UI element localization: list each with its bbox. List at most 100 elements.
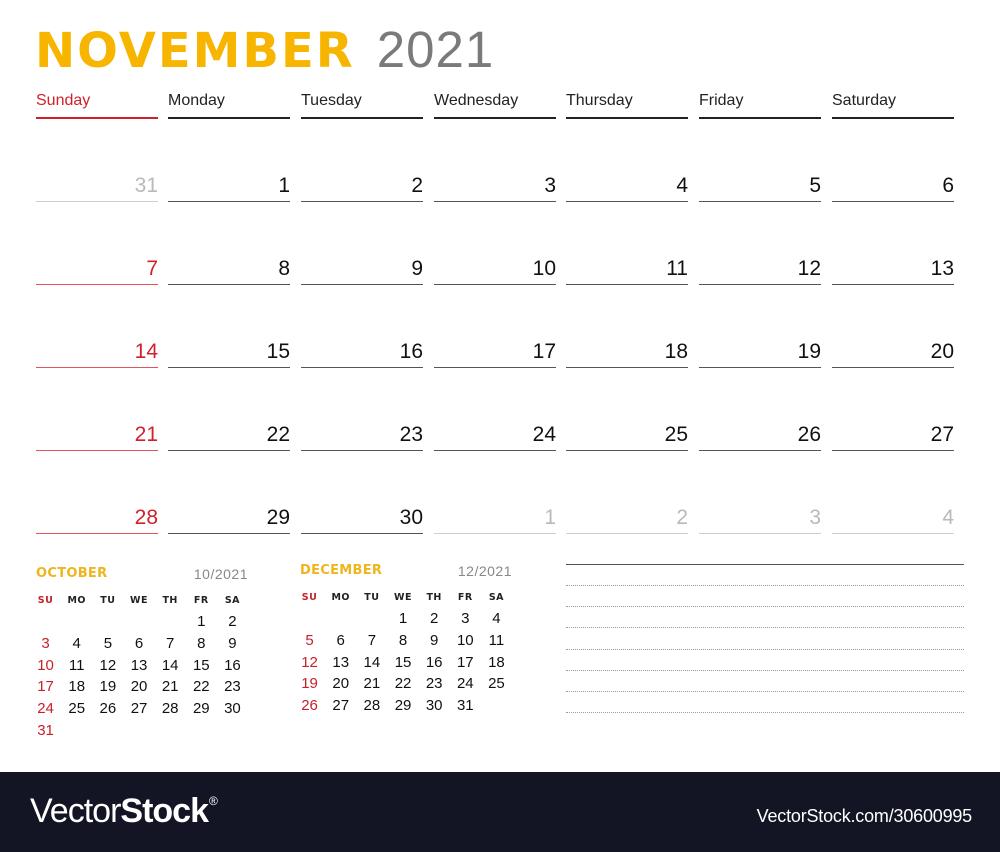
mini-day[interactable]: 14 — [356, 651, 387, 673]
mini-day[interactable]: 10 — [30, 654, 61, 676]
day-cell[interactable]: 12 — [699, 255, 821, 285]
notes-line[interactable] — [566, 669, 964, 671]
notes-line[interactable] — [566, 627, 964, 629]
mini-day[interactable]: 13 — [123, 654, 154, 676]
day-cell[interactable]: 26 — [699, 421, 821, 451]
day-cell[interactable]: 21 — [36, 421, 158, 451]
mini-day[interactable]: 22 — [387, 673, 418, 695]
mini-day[interactable]: 16 — [419, 651, 450, 673]
mini-day[interactable]: 2 — [217, 611, 248, 633]
mini-day[interactable]: 31 — [30, 719, 61, 741]
day-cell[interactable]: 18 — [566, 338, 688, 368]
day-cell[interactable]: 3 — [434, 172, 556, 202]
mini-day[interactable]: 2 — [419, 608, 450, 630]
mini-day[interactable]: 11 — [481, 630, 512, 652]
notes-line[interactable] — [566, 585, 964, 586]
mini-day[interactable]: 5 — [294, 630, 325, 652]
day-cell[interactable]: 13 — [832, 255, 954, 285]
day-cell[interactable]: 19 — [699, 338, 821, 368]
day-cell[interactable]: 4 — [832, 504, 954, 534]
mini-day[interactable]: 8 — [387, 630, 418, 652]
day-cell[interactable]: 1 — [434, 504, 556, 534]
mini-day[interactable]: 9 — [217, 633, 248, 655]
mini-day[interactable]: 11 — [61, 654, 92, 676]
mini-day[interactable]: 30 — [419, 695, 450, 717]
day-cell[interactable]: 27 — [832, 421, 954, 451]
mini-day[interactable]: 24 — [450, 673, 481, 695]
mini-day[interactable]: 12 — [92, 654, 123, 676]
day-cell[interactable]: 7 — [36, 255, 158, 285]
day-cell[interactable]: 15 — [168, 338, 290, 368]
mini-day[interactable]: 4 — [481, 608, 512, 630]
mini-day[interactable]: 5 — [92, 633, 123, 655]
mini-day[interactable]: 1 — [186, 611, 217, 633]
notes-line[interactable] — [566, 712, 964, 714]
mini-day[interactable]: 20 — [123, 676, 154, 698]
day-cell[interactable]: 3 — [699, 504, 821, 534]
mini-day[interactable]: 19 — [92, 676, 123, 698]
mini-day[interactable]: 23 — [217, 676, 248, 698]
mini-day[interactable]: 4 — [61, 633, 92, 655]
mini-day[interactable]: 21 — [155, 676, 186, 698]
day-cell[interactable]: 24 — [434, 421, 556, 451]
day-cell[interactable]: 29 — [168, 504, 290, 534]
day-cell[interactable]: 16 — [301, 338, 423, 368]
day-cell[interactable]: 5 — [699, 172, 821, 202]
day-cell[interactable]: 23 — [301, 421, 423, 451]
day-cell[interactable]: 10 — [434, 255, 556, 285]
mini-day[interactable]: 15 — [387, 651, 418, 673]
mini-day[interactable]: 26 — [294, 695, 325, 717]
mini-day[interactable]: 28 — [356, 695, 387, 717]
day-cell[interactable]: 20 — [832, 338, 954, 368]
mini-day[interactable]: 29 — [186, 698, 217, 720]
day-cell[interactable]: 14 — [36, 338, 158, 368]
day-cell[interactable]: 11 — [566, 255, 688, 285]
mini-day[interactable]: 27 — [325, 695, 356, 717]
mini-day[interactable]: 3 — [450, 608, 481, 630]
mini-day[interactable]: 9 — [419, 630, 450, 652]
mini-day[interactable]: 18 — [481, 651, 512, 673]
mini-day[interactable]: 27 — [123, 698, 154, 720]
day-cell[interactable]: 28 — [36, 504, 158, 534]
notes-line[interactable] — [566, 648, 964, 650]
mini-day[interactable]: 8 — [186, 633, 217, 655]
mini-day[interactable]: 14 — [155, 654, 186, 676]
day-cell[interactable]: 25 — [566, 421, 688, 451]
mini-day[interactable]: 30 — [217, 698, 248, 720]
mini-day[interactable]: 6 — [325, 630, 356, 652]
mini-day[interactable]: 6 — [123, 633, 154, 655]
mini-day[interactable]: 25 — [61, 698, 92, 720]
day-cell[interactable]: 30 — [301, 504, 423, 534]
mini-day[interactable]: 31 — [450, 695, 481, 717]
mini-day[interactable]: 18 — [61, 676, 92, 698]
day-cell[interactable]: 22 — [168, 421, 290, 451]
mini-day[interactable]: 19 — [294, 673, 325, 695]
mini-day[interactable]: 12 — [294, 651, 325, 673]
day-cell[interactable]: 17 — [434, 338, 556, 368]
mini-day[interactable]: 16 — [217, 654, 248, 676]
day-cell[interactable]: 4 — [566, 172, 688, 202]
day-cell[interactable]: 31 — [36, 172, 158, 202]
mini-day[interactable]: 29 — [387, 695, 418, 717]
day-cell[interactable]: 6 — [832, 172, 954, 202]
notes-line[interactable] — [566, 691, 964, 692]
mini-day[interactable]: 13 — [325, 651, 356, 673]
mini-day[interactable]: 7 — [155, 633, 186, 655]
day-cell[interactable]: 9 — [301, 255, 423, 285]
mini-day[interactable]: 23 — [419, 673, 450, 695]
mini-day[interactable]: 3 — [30, 633, 61, 655]
mini-day[interactable]: 17 — [30, 676, 61, 698]
notes-line[interactable] — [566, 606, 964, 608]
mini-day[interactable]: 17 — [450, 651, 481, 673]
day-cell[interactable]: 8 — [168, 255, 290, 285]
mini-day[interactable]: 10 — [450, 630, 481, 652]
mini-day[interactable]: 7 — [356, 630, 387, 652]
mini-day[interactable]: 26 — [92, 698, 123, 720]
mini-day[interactable]: 1 — [387, 608, 418, 630]
mini-day[interactable]: 21 — [356, 673, 387, 695]
mini-day[interactable]: 22 — [186, 676, 217, 698]
mini-day[interactable]: 24 — [30, 698, 61, 720]
day-cell[interactable]: 1 — [168, 172, 290, 202]
mini-day[interactable]: 28 — [155, 698, 186, 720]
mini-day[interactable]: 20 — [325, 673, 356, 695]
